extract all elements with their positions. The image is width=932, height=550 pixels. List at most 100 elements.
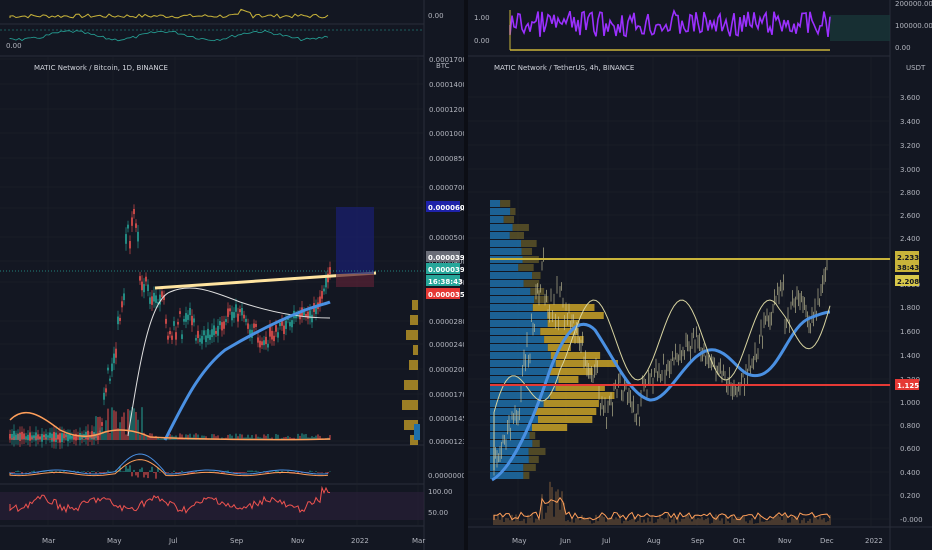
left-volume-bar xyxy=(63,438,65,440)
left-candle-body xyxy=(229,308,231,312)
left-macd-bar xyxy=(121,471,123,472)
left-candle-body xyxy=(255,323,257,327)
right-volume-bar xyxy=(703,520,705,525)
left-volume-bar xyxy=(107,408,109,440)
left-macd-bar xyxy=(317,472,319,473)
left-candle-body xyxy=(221,322,223,331)
left-macd-bar xyxy=(127,468,129,472)
left-top-pane-tick-2: 0.00 xyxy=(6,42,22,50)
right-volume-bar xyxy=(559,509,561,525)
right-volume-bar xyxy=(507,518,509,525)
right-volume-bar xyxy=(521,520,523,525)
right-volume-bar xyxy=(597,521,599,525)
left-macd-bar xyxy=(287,471,289,472)
left-candle-body xyxy=(185,313,187,322)
left-position-target-box[interactable] xyxy=(336,207,374,274)
left-candle-body xyxy=(307,311,309,319)
right-y-tick-label: 2.400 xyxy=(900,235,920,243)
left-volume-bar xyxy=(35,436,37,440)
left-candle-body xyxy=(55,432,57,443)
right-volume-bar xyxy=(645,522,647,525)
right-x-tick-label: Dec xyxy=(820,537,834,545)
left-position-stop-box[interactable] xyxy=(336,274,374,287)
right-volume-bar xyxy=(767,521,769,525)
right-y-tick-label: 0.600 xyxy=(900,445,920,453)
left-vp-bar xyxy=(409,360,418,370)
left-macd-bar xyxy=(135,472,137,476)
right-volume-bar xyxy=(761,521,763,525)
left-vp-bar xyxy=(402,400,418,410)
left-volume-bar xyxy=(141,407,143,440)
right-volume-bar xyxy=(691,521,693,525)
right-vp-blue-bar xyxy=(490,296,535,303)
right-vp-yellow-bar xyxy=(500,200,511,207)
right-currency-label: USDT xyxy=(906,64,926,72)
left-volume-bar xyxy=(153,437,155,440)
right-volume-bar xyxy=(565,521,567,525)
right-volume-bar xyxy=(557,489,559,525)
left-candle-body xyxy=(325,277,327,288)
left-candle-body xyxy=(21,431,23,439)
left-volume-bar xyxy=(181,434,183,440)
right-volume-bar xyxy=(579,520,581,525)
left-candle-body xyxy=(321,291,323,299)
left-macd-bar xyxy=(177,472,179,473)
right-top-right-tick-200k: 200000.00 xyxy=(895,0,932,8)
left-macd-bar xyxy=(129,465,131,472)
right-top-left-tick-0: 0.00 xyxy=(474,37,490,45)
right-volume-bar xyxy=(695,519,697,525)
right-price-tag-text: 2.208 xyxy=(897,278,919,286)
left-macd-bar xyxy=(89,472,91,474)
right-volume-bar xyxy=(529,517,531,525)
left-volume-bar xyxy=(69,434,71,440)
left-candle-body xyxy=(275,325,277,332)
left-volume-bar xyxy=(111,407,113,440)
right-volume-bar xyxy=(649,521,651,525)
chart-split-divider[interactable] xyxy=(464,0,468,550)
left-candle-body xyxy=(115,348,117,358)
left-candle-body xyxy=(123,293,125,301)
left-macd-bar xyxy=(107,470,109,472)
right-volume-bar xyxy=(671,519,673,525)
right-volume-bar xyxy=(771,519,773,525)
left-macd-bar xyxy=(13,472,15,473)
left-price-tag-text: 16:38:43 xyxy=(428,278,463,286)
right-vp-yellow-bar xyxy=(510,208,516,215)
left-candle-body xyxy=(199,338,201,342)
right-y-tick-label: 1.400 xyxy=(900,352,920,360)
left-volume-bar xyxy=(161,438,163,440)
left-volume-bar xyxy=(53,433,55,440)
right-x-tick-label: Aug xyxy=(647,537,661,545)
left-macd-bar xyxy=(173,470,175,472)
right-vp-yellow-bar xyxy=(518,264,534,271)
left-candle-body xyxy=(329,267,331,275)
left-vp-bar xyxy=(404,380,418,390)
left-macd-bar xyxy=(321,472,323,473)
left-macd-bar xyxy=(149,470,151,472)
right-vp-yellow-bar xyxy=(523,280,540,287)
right-y-tick-label: 2.600 xyxy=(900,212,920,220)
left-candle-body xyxy=(183,319,185,322)
right-volume-bar xyxy=(501,515,503,525)
left-candle-body xyxy=(143,284,145,293)
right-vp-blue-bar xyxy=(490,288,531,295)
left-candle-body xyxy=(289,322,291,327)
left-volume-bar xyxy=(23,438,25,440)
right-volume-bar xyxy=(721,518,723,525)
right-x-tick-label: Oct xyxy=(733,537,745,545)
right-volume-bar xyxy=(555,491,557,525)
left-volume-bar xyxy=(31,437,33,440)
right-volume-bar xyxy=(815,517,817,525)
right-vp-blue-bar xyxy=(490,352,551,359)
right-volume-bar xyxy=(665,518,667,525)
right-price-tag-text: 1.125 xyxy=(897,382,919,390)
left-macd-bar xyxy=(327,472,329,474)
left-candle-body xyxy=(291,320,293,328)
left-candle-body xyxy=(253,323,255,328)
right-volume-bar xyxy=(497,514,499,525)
left-rsi-tick-100: 100.00 xyxy=(428,488,453,496)
left-macd-bar xyxy=(315,471,317,472)
left-volume-bar xyxy=(115,411,117,440)
left-macd-bar xyxy=(21,472,23,474)
right-vp-blue-bar xyxy=(490,208,511,215)
